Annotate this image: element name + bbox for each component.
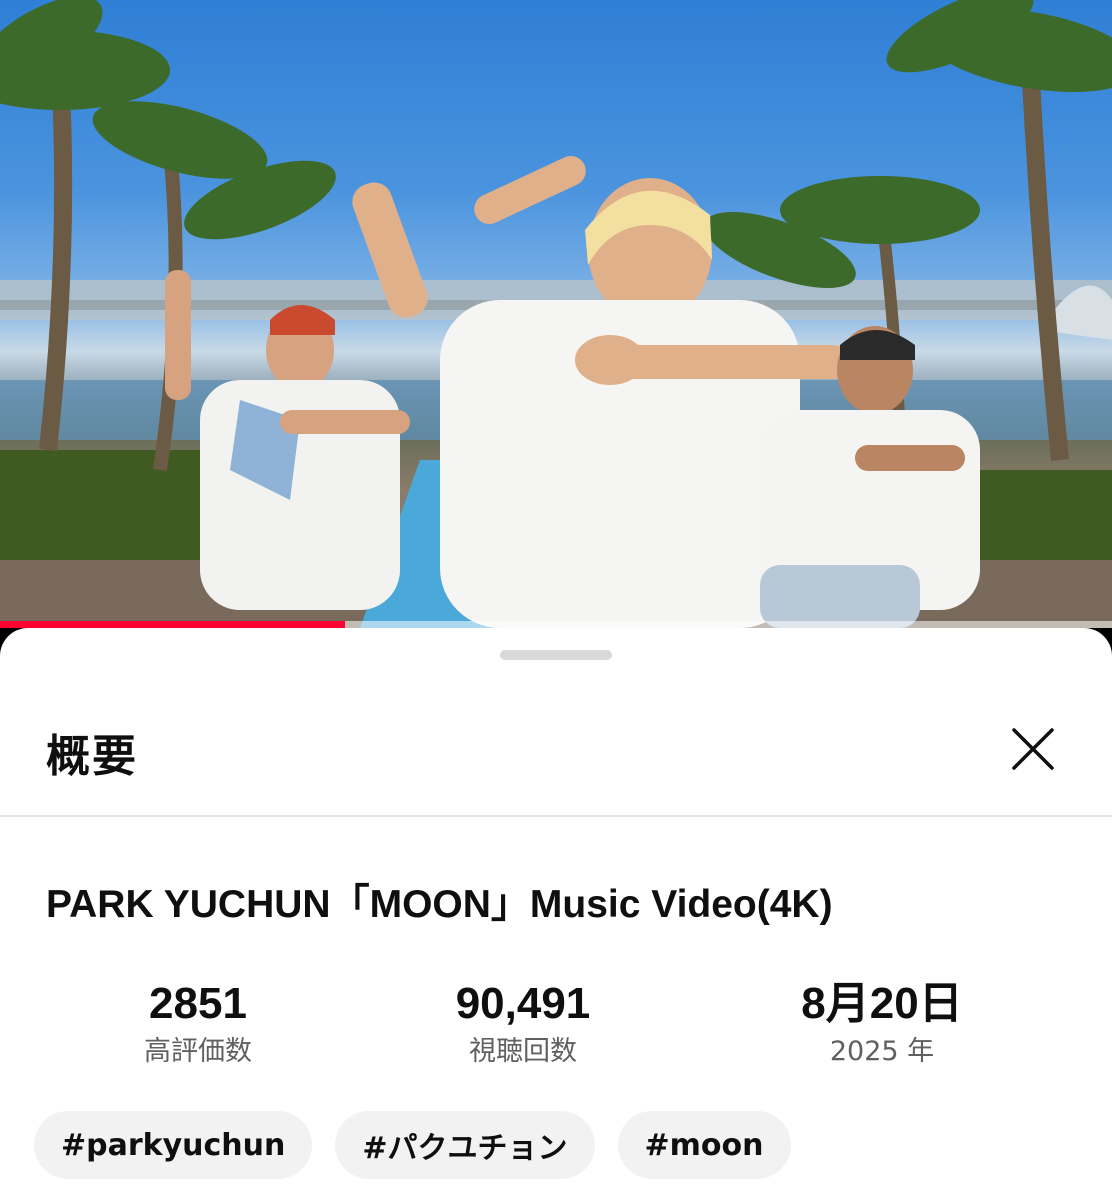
views-stat: 90,491 視聴回数 (373, 980, 673, 1072)
date-stat: 8月20日 2025 年 (732, 980, 1032, 1072)
views-label: 視聴回数 (469, 1036, 577, 1067)
video-player[interactable] (0, 0, 1112, 628)
likes-label: 高評価数 (144, 1036, 252, 1067)
video-frame (0, 0, 1112, 628)
description-sheet: 概要 PARK YUCHUN「MOON」Music Video(4K) 2851… (0, 628, 1112, 1200)
likes-count: 2851 (149, 979, 247, 1028)
close-icon (1012, 728, 1054, 770)
hashtag-list: #parkyuchun #パクユチョン #moon (34, 1111, 791, 1179)
sheet-title: 概要 (46, 731, 138, 782)
likes-stat: 2851 高評価数 (48, 980, 348, 1072)
hashtag-chip[interactable]: #パクユチョン (335, 1111, 595, 1179)
divider (0, 815, 1112, 817)
progress-bar-fill (0, 621, 345, 628)
drag-handle[interactable] (500, 650, 612, 660)
publish-year: 2025 年 (829, 1036, 935, 1067)
progress-bar[interactable] (0, 621, 1112, 628)
video-title: PARK YUCHUN「MOON」Music Video(4K) (46, 883, 833, 926)
views-count: 90,491 (455, 979, 591, 1028)
hashtag-chip[interactable]: #parkyuchun (34, 1111, 313, 1179)
hashtag-chip[interactable]: #moon (617, 1111, 791, 1179)
publish-date: 8月20日 (801, 979, 963, 1028)
close-button[interactable] (1006, 722, 1060, 776)
